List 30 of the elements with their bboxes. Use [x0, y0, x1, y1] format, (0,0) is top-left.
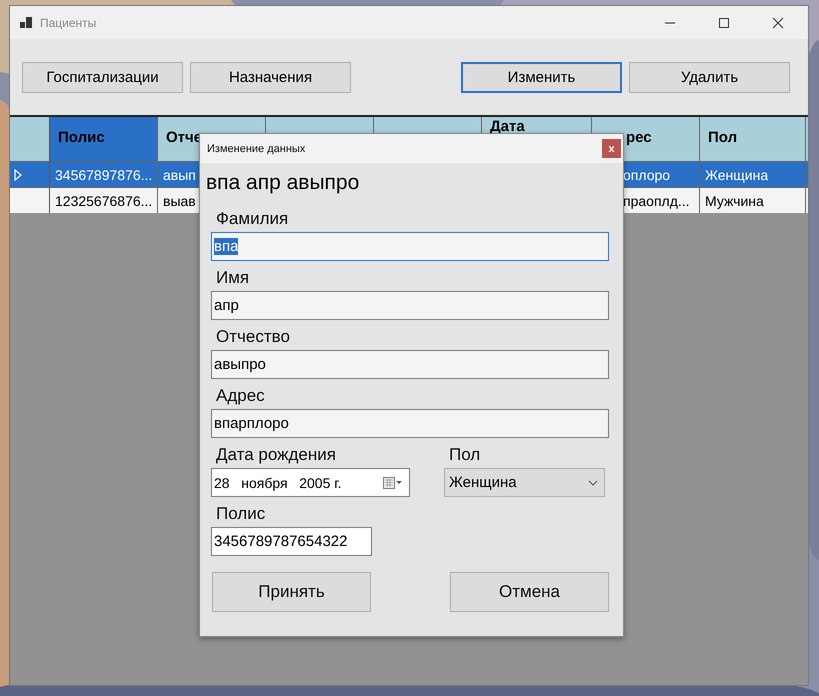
date-picker[interactable]: 28 ноября 2005 г.	[211, 468, 410, 497]
dialog-button[interactable]: Принять	[212, 572, 371, 612]
field-label: Дата рождения	[216, 445, 337, 465]
gender-dropdown[interactable]: Женщина	[444, 468, 605, 497]
dialog-title: Изменение данных	[207, 142, 306, 154]
toolbar-button[interactable]: Назначения	[190, 62, 351, 92]
maximize-icon[interactable]	[718, 16, 730, 28]
app-icon	[20, 17, 32, 28]
window-title: Пациенты	[40, 16, 96, 30]
table-cell: Мужчина	[700, 188, 806, 213]
input-field[interactable]: впарплоро	[211, 409, 609, 438]
field-label: Отчество	[216, 327, 291, 347]
field-label: Пол	[449, 445, 482, 465]
chevron-down-icon	[588, 480, 598, 486]
toolbar-button[interactable]: Госпитализации	[22, 62, 183, 92]
current-row-icon	[14, 168, 22, 180]
field-label: Полис	[216, 504, 266, 524]
field-label: Имя	[216, 268, 250, 288]
close-icon[interactable]	[772, 16, 784, 28]
input-field[interactable]: 3456789787654322	[211, 527, 372, 556]
calendar-icon	[383, 476, 403, 488]
toolbar-button[interactable]: Изменить	[461, 62, 622, 92]
dialog-button[interactable]: Отмена	[450, 572, 609, 612]
close-button[interactable]: x	[602, 139, 621, 158]
toolbar-button[interactable]: Удалить	[629, 62, 790, 92]
column-header[interactable]: Полис	[50, 117, 158, 161]
table-cell: 12325676876...	[50, 188, 158, 213]
field-label: Адрес	[216, 386, 266, 406]
input-field[interactable]: авыпро	[211, 350, 609, 379]
input-field[interactable]: апр	[211, 291, 609, 320]
